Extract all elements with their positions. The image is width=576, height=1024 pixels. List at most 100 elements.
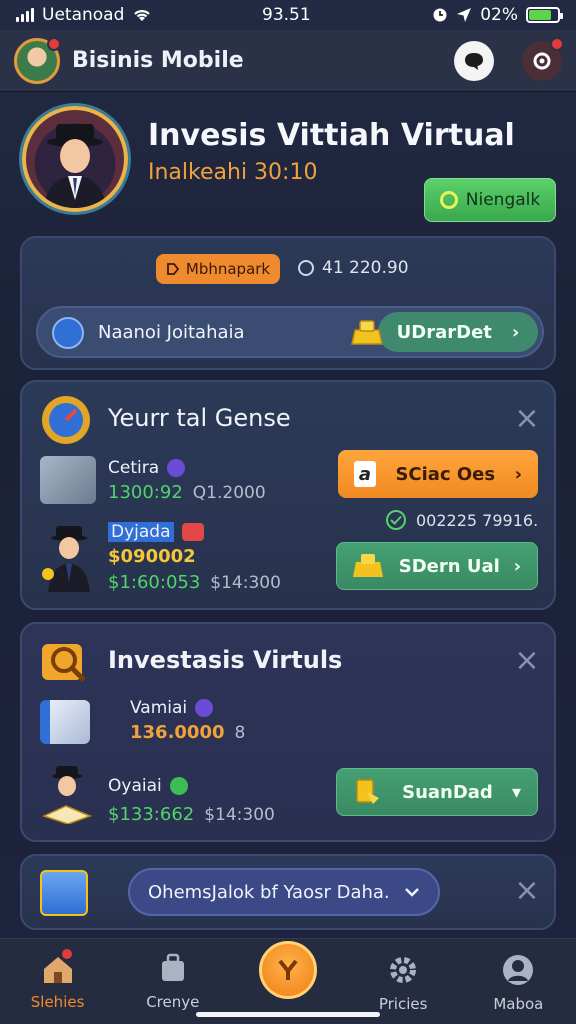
orange-action-label: SCiac Oes xyxy=(395,463,496,485)
carrier-label: Uetanoad xyxy=(42,5,125,25)
chevron-down-icon xyxy=(405,888,419,897)
status-bar: Uetanoad 93.51 02% xyxy=(0,0,576,30)
hero-subtitle: Inalkeahi 30:10 xyxy=(148,160,318,185)
row-values: $133:662 $14:300 xyxy=(108,804,275,825)
row-label: Dyjada xyxy=(108,522,204,542)
investor-avatar xyxy=(22,106,128,212)
info-icon xyxy=(167,459,186,477)
home-badge-dot xyxy=(60,947,74,961)
gold-bar-icon xyxy=(351,320,383,345)
chevron-right-icon: › xyxy=(513,555,521,577)
app-title: Bisinis Mobile xyxy=(72,48,244,73)
businessman-icon xyxy=(42,526,90,592)
info-icon xyxy=(195,699,214,717)
letter-a-icon: a xyxy=(354,461,376,487)
data-card: OhemsJalok bf Yaosr Daha. × xyxy=(20,854,556,930)
profile-avatar[interactable] xyxy=(14,36,61,84)
row-values-secondary: $1:60:053 $14:300 xyxy=(108,572,281,593)
confirmation-text: 002225 79916. xyxy=(416,510,539,530)
chat-icon xyxy=(465,52,483,70)
close-icon[interactable]: × xyxy=(514,646,540,676)
tag-icon xyxy=(166,263,180,275)
hero-action-label: Niengalk xyxy=(465,190,541,210)
row-label: Vamiai xyxy=(130,698,214,718)
row-label: Cetira xyxy=(108,458,186,478)
businessman-illustration xyxy=(44,124,106,208)
green-action-button[interactable]: SDern Ual › xyxy=(336,542,538,590)
investment-card: Investasis Virtuls × Vamiai 136.0000 8 Oy… xyxy=(20,622,556,842)
data-dropdown[interactable]: OhemsJalok bf Yaosr Daha. xyxy=(128,868,440,916)
notification-dot xyxy=(47,36,61,51)
orange-action-button[interactable]: a SCiac Oes › xyxy=(338,450,538,498)
row-value: $133:662 xyxy=(108,804,195,825)
battery-icon xyxy=(526,7,563,23)
close-icon[interactable]: × xyxy=(514,876,540,906)
clock: 93.51 xyxy=(262,5,311,25)
tab-label: Maboa xyxy=(493,995,544,1013)
spreadsheet-icon xyxy=(40,870,88,916)
badge-icon xyxy=(181,523,204,541)
pill-action-button[interactable]: UDrarDet › xyxy=(378,312,538,352)
check-icon xyxy=(386,510,406,530)
exchange-icon xyxy=(52,317,84,349)
row-value: 1300:92 xyxy=(108,482,183,503)
gear-icon xyxy=(390,957,417,983)
row-secondary: $14:300 xyxy=(210,573,281,593)
tab-label: Pricies xyxy=(378,995,428,1013)
row-secondary: 8 xyxy=(234,723,246,743)
settings-badge-dot xyxy=(550,36,564,51)
status-icon xyxy=(169,777,188,795)
tab-home[interactable]: Slehies xyxy=(0,939,115,1024)
alarm-icon xyxy=(433,8,447,22)
row-value: 136.0000 xyxy=(130,722,225,743)
signal-icon xyxy=(16,8,34,22)
confirmation-line: 002225 79916. xyxy=(386,510,538,530)
chevron-right-icon: › xyxy=(514,463,522,485)
search-coin-icon xyxy=(42,644,86,682)
dropdown-label: OhemsJalok bf Yaosr Daha. xyxy=(148,881,390,903)
hero-action-button[interactable]: Niengalk xyxy=(424,178,556,222)
green-action-button[interactable]: SuanDad ▾ xyxy=(336,768,538,816)
card-title: Investasis Virtuls xyxy=(108,646,343,674)
gear-icon xyxy=(533,52,551,69)
card-title: Yeurr tal Gense xyxy=(108,404,291,432)
row-label: Oyaiai xyxy=(108,776,188,796)
row-value-2: $1:60:053 xyxy=(108,572,201,593)
location-icon xyxy=(457,8,472,22)
row-values: $090002 xyxy=(108,546,196,567)
cash-stack-icon xyxy=(40,456,96,504)
user-icon xyxy=(503,955,534,985)
balance-line: 41 220.90 xyxy=(298,258,409,278)
settings-button[interactable] xyxy=(522,36,564,81)
game-card: Yeurr tal Gense × Cetira 1300:92 Q1.2000 … xyxy=(20,380,556,610)
y-coin-icon xyxy=(278,959,298,980)
tab-label: Slehies xyxy=(30,993,85,1011)
category-chip[interactable]: Mbhnapark xyxy=(156,254,280,284)
row-secondary: Q1.2000 xyxy=(192,483,266,503)
chat-button[interactable] xyxy=(454,40,494,81)
hero-section: Invesis Vittiah Virtual Inalkeahi 30:10 … xyxy=(0,100,576,230)
center-action-button[interactable] xyxy=(258,941,317,999)
tab-profile[interactable]: Maboa xyxy=(461,939,576,1024)
status-left: Uetanoad xyxy=(16,5,152,25)
balance-value: 41 220.90 xyxy=(322,258,409,278)
status-right: 02% xyxy=(432,5,563,25)
tab-label: Crenye xyxy=(146,993,200,1011)
gold-box-icon xyxy=(353,554,383,577)
summary-pill-row[interactable]: Naanoi Joitahaia UDrarDet › xyxy=(36,306,544,358)
gauge-icon xyxy=(42,396,90,444)
close-icon[interactable]: × xyxy=(514,404,540,434)
row-values: 136.0000 8 xyxy=(130,722,245,743)
battery-percent: 02% xyxy=(480,5,518,25)
green-action-label: SuanDad xyxy=(402,781,493,803)
coin-icon xyxy=(298,260,314,276)
chevron-down-icon: ▾ xyxy=(511,781,521,803)
document-chart-icon xyxy=(40,700,90,744)
reader-icon xyxy=(41,766,93,824)
green-action-label: SDern Ual xyxy=(398,555,500,577)
row-value: $090002 xyxy=(108,546,196,567)
home-indicator xyxy=(196,1012,380,1017)
row-secondary: $14:300 xyxy=(204,805,275,825)
luggage-icon xyxy=(161,953,184,981)
app-header: Bisinis Mobile xyxy=(0,30,576,92)
